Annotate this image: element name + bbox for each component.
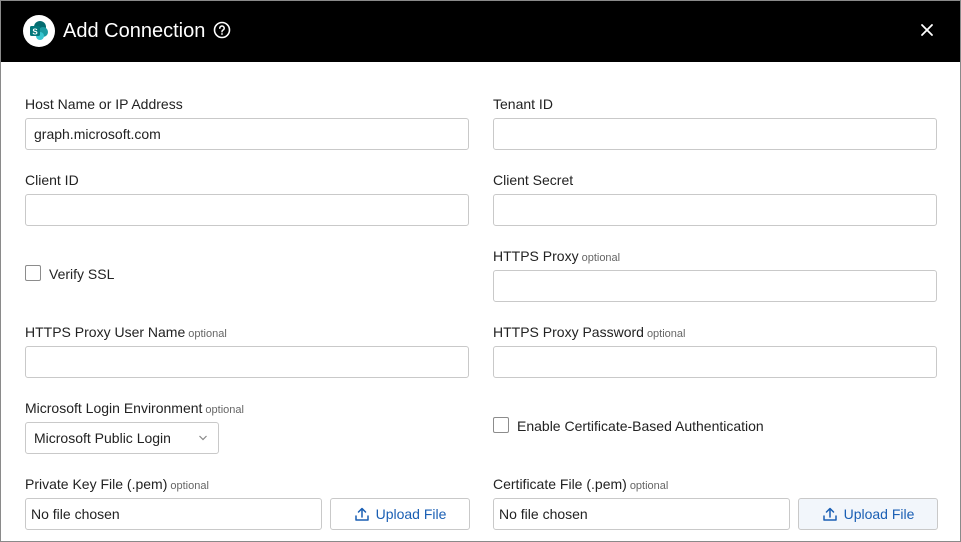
close-icon[interactable] bbox=[919, 22, 935, 38]
optional-tag: optional bbox=[646, 328, 686, 340]
optional-tag: optional bbox=[205, 404, 244, 416]
tenant-id-label: Tenant ID bbox=[493, 96, 553, 112]
proxy-user-label-text: HTTPS Proxy User Name bbox=[25, 324, 186, 340]
optional-tag: optional bbox=[629, 480, 669, 492]
login-env-select[interactable]: Microsoft Public Login bbox=[25, 422, 219, 454]
tenant-id-input[interactable] bbox=[493, 118, 937, 150]
private-key-label-text: Private Key File (.pem) bbox=[25, 476, 168, 492]
proxy-password-label: HTTPS Proxy Password optional bbox=[493, 323, 685, 343]
certificate-label-text: Certificate File (.pem) bbox=[493, 476, 627, 492]
host-label: Host Name or IP Address bbox=[25, 96, 183, 112]
login-env-selected: Microsoft Public Login bbox=[34, 430, 171, 446]
certificate-upload-button[interactable]: Upload File bbox=[798, 498, 938, 530]
private-key-upload-label: Upload File bbox=[375, 506, 447, 522]
optional-tag: optional bbox=[170, 480, 209, 492]
verify-ssl-label: Verify SSL bbox=[49, 266, 115, 282]
dialog-title: Add Connection bbox=[63, 20, 206, 42]
cert-auth-checkbox[interactable] bbox=[493, 417, 509, 433]
optional-tag: optional bbox=[188, 328, 227, 340]
https-proxy-label-text: HTTPS Proxy bbox=[493, 248, 579, 264]
https-proxy-input[interactable] bbox=[493, 270, 937, 302]
certificate-upload-label: Upload File bbox=[843, 506, 915, 522]
cert-auth-label: Enable Certificate-Based Authentication bbox=[517, 418, 764, 434]
login-env-label-text: Microsoft Login Environment bbox=[25, 400, 203, 416]
certificate-file-display[interactable]: No file chosen bbox=[493, 498, 790, 530]
client-secret-input[interactable] bbox=[493, 194, 937, 226]
client-secret-label: Client Secret bbox=[493, 172, 574, 188]
private-key-file-display[interactable]: No file chosen bbox=[25, 498, 322, 530]
optional-tag: optional bbox=[581, 252, 621, 264]
svg-text:S: S bbox=[32, 28, 38, 37]
help-circle-icon[interactable] bbox=[213, 21, 231, 39]
chevron-down-icon bbox=[199, 435, 207, 441]
certificate-label: Certificate File (.pem) optional bbox=[493, 475, 668, 495]
client-id-input[interactable] bbox=[25, 194, 469, 226]
dialog-header: S Add Connection bbox=[1, 1, 960, 62]
upload-icon bbox=[822, 507, 837, 521]
client-id-label: Client ID bbox=[25, 172, 79, 188]
proxy-password-label-text: HTTPS Proxy Password bbox=[493, 324, 644, 340]
host-input[interactable] bbox=[25, 118, 469, 150]
add-connection-dialog: S Add Connection Host Name or IP Address… bbox=[0, 0, 961, 542]
upload-icon bbox=[354, 507, 369, 521]
sharepoint-logo-icon: S bbox=[23, 15, 55, 47]
https-proxy-label: HTTPS Proxy optional bbox=[493, 247, 620, 267]
login-env-label: Microsoft Login Environment optional bbox=[25, 399, 244, 419]
private-key-label: Private Key File (.pem) optional bbox=[25, 475, 209, 495]
private-key-upload-button[interactable]: Upload File bbox=[330, 498, 470, 530]
proxy-password-input[interactable] bbox=[493, 346, 937, 378]
verify-ssl-checkbox[interactable] bbox=[25, 265, 41, 281]
proxy-user-input[interactable] bbox=[25, 346, 469, 378]
proxy-user-label: HTTPS Proxy User Name optional bbox=[25, 323, 227, 343]
